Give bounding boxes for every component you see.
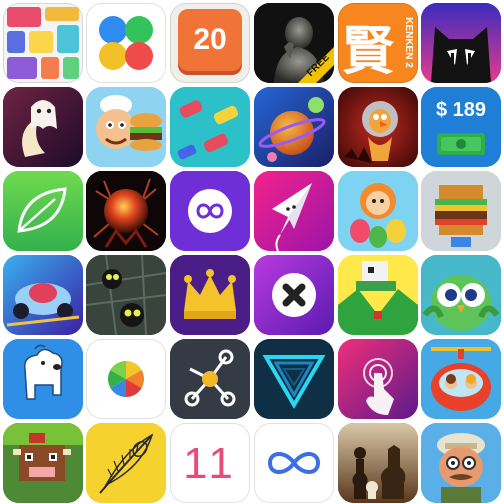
pixel-burger-icon[interactable] <box>421 171 501 251</box>
tile-number-20: 20 <box>193 23 227 56</box>
neon-triangle-icon[interactable] <box>254 339 334 419</box>
kenken-glyph: 賢 <box>342 22 395 82</box>
white-dog-icon[interactable] <box>3 339 83 419</box>
touch-hand-icon[interactable] <box>338 339 418 419</box>
kenken-icon[interactable]: 賢 KENKEN 2 <box>338 3 418 83</box>
chess-pieces-icon[interactable] <box>338 423 418 503</box>
number-20-icon[interactable]: 20 <box>170 3 250 83</box>
ghost-moon-icon[interactable] <box>3 87 83 167</box>
kenken-label: KENKEN 2 <box>403 17 415 68</box>
pixel-cow-icon[interactable] <box>3 423 83 503</box>
paper-plane-icon[interactable] <box>254 171 334 251</box>
racing-car-icon[interactable] <box>3 255 83 335</box>
infinity-purple-icon[interactable] <box>170 171 250 251</box>
leaf-icon[interactable] <box>3 171 83 251</box>
balloon-character-icon[interactable] <box>338 171 418 251</box>
explorer-character-icon[interactable] <box>421 423 501 503</box>
number-11-icon[interactable]: 11 <box>170 423 250 503</box>
infinity-outline-icon[interactable] <box>254 423 334 503</box>
money-189-icon[interactable]: $ 189 <box>421 87 501 167</box>
owl-icon[interactable] <box>421 255 501 335</box>
traffic-cars-icon[interactable] <box>170 87 250 167</box>
thinker-statue-icon[interactable]: FREE <box>254 3 334 83</box>
pixel-bird-icon[interactable] <box>338 255 418 335</box>
bird-astronaut-icon[interactable] <box>338 87 418 167</box>
mosaic-puzzle-icon[interactable] <box>3 3 83 83</box>
cat-face-icon[interactable] <box>421 3 501 83</box>
tile-number-11: 11 <box>183 439 237 488</box>
red-sphere-icon[interactable] <box>86 171 166 251</box>
x-ball-icon[interactable] <box>254 255 334 335</box>
chef-burger-icon[interactable] <box>86 87 166 167</box>
dark-eyes-icon[interactable] <box>86 255 166 335</box>
crown-icon[interactable] <box>170 255 250 335</box>
peacock-feather-icon[interactable] <box>86 423 166 503</box>
color-wheel-icon[interactable] <box>86 339 166 419</box>
dots-path-icon[interactable] <box>170 339 250 419</box>
planets-icon[interactable] <box>254 87 334 167</box>
app-icon-grid: 20 FREE 賢 KENKEN 2 $ 189 11 <box>0 0 504 504</box>
four-circles-icon[interactable] <box>86 3 166 83</box>
helicopter-kids-icon[interactable] <box>421 339 501 419</box>
price-label: $ 189 <box>435 99 487 121</box>
